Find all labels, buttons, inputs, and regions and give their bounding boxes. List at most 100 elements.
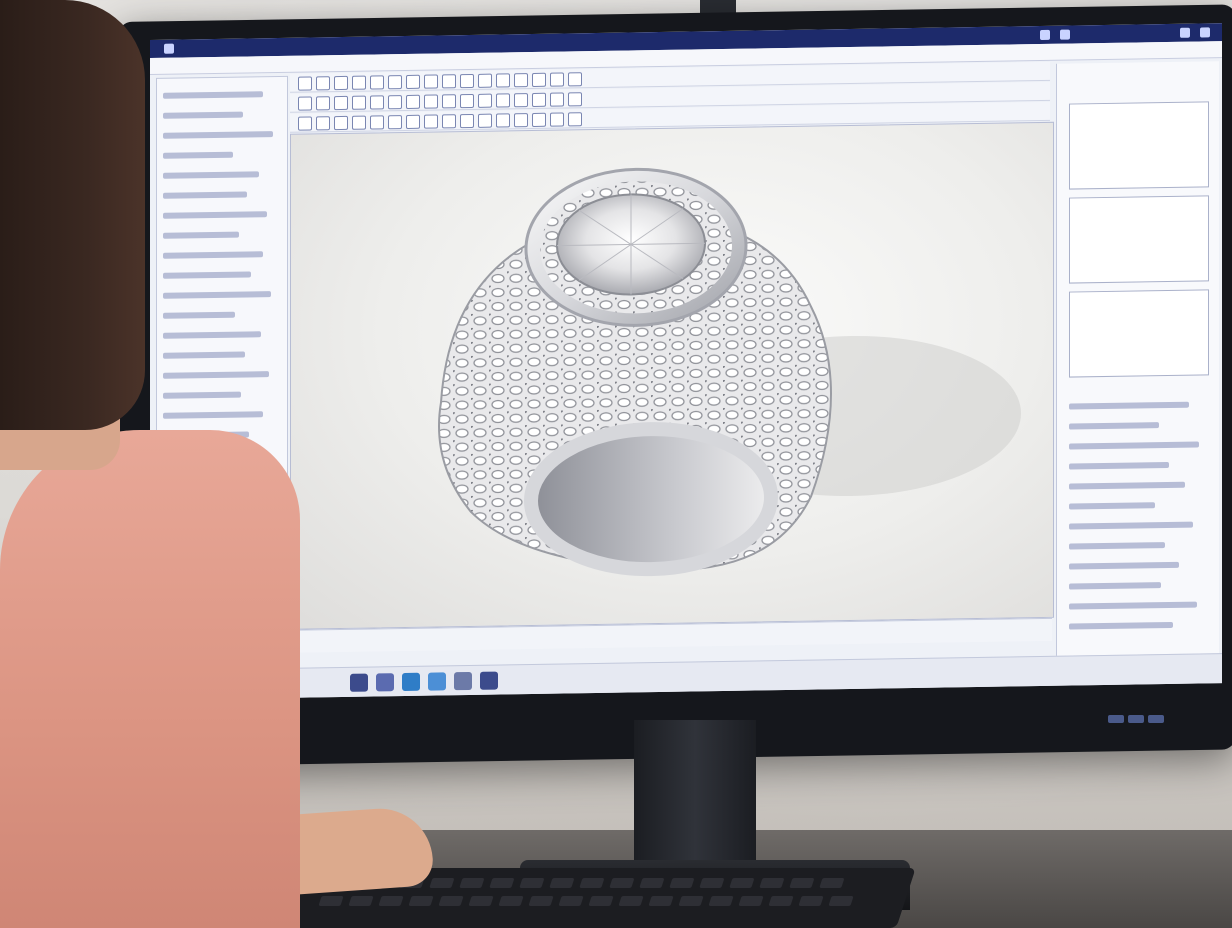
toolbar-icon[interactable] <box>424 94 438 109</box>
toolbar-icon[interactable] <box>388 115 402 130</box>
panel-row[interactable] <box>163 191 247 199</box>
toolbar-icon[interactable] <box>478 113 492 128</box>
toolbar-icon[interactable] <box>460 73 474 89</box>
key <box>579 878 605 888</box>
taskbar-icon[interactable] <box>350 673 368 692</box>
panel-row[interactable] <box>163 111 243 119</box>
toolbar-icon[interactable] <box>496 113 510 128</box>
toolbar-icon[interactable] <box>316 96 330 111</box>
toolbar-icon[interactable] <box>298 96 312 111</box>
taskbar-icon[interactable] <box>376 673 394 692</box>
toolbar-icon[interactable] <box>370 115 384 130</box>
toolbar-icon[interactable] <box>442 114 456 129</box>
toolbar-icon[interactable] <box>478 73 492 88</box>
panel-row[interactable] <box>163 311 235 319</box>
toolbar-icon[interactable] <box>352 95 366 110</box>
toolbar-icon[interactable] <box>532 72 546 87</box>
toolbar-icon[interactable] <box>496 93 510 108</box>
toolbar-icon[interactable] <box>424 74 438 89</box>
key <box>558 896 584 906</box>
key <box>408 896 434 906</box>
panel-row[interactable] <box>163 331 261 339</box>
taskbar-icon[interactable] <box>402 672 420 692</box>
toolbar-icon[interactable] <box>478 93 492 108</box>
toolbar-icon[interactable] <box>1200 27 1210 38</box>
toolbar-icon[interactable] <box>316 116 330 131</box>
panel-row[interactable] <box>163 251 263 259</box>
toolbar-icon[interactable] <box>1180 27 1190 38</box>
panel-row[interactable] <box>1069 542 1165 550</box>
toolbar-icon[interactable] <box>496 73 510 88</box>
toolbar-icon[interactable] <box>298 76 312 91</box>
panel-row[interactable] <box>1069 621 1173 630</box>
ring-render <box>438 167 1021 577</box>
thumbnail-icon[interactable] <box>1069 195 1209 284</box>
panel-row[interactable] <box>163 91 263 99</box>
toolbar-icon[interactable] <box>298 116 312 131</box>
person-hair <box>0 0 145 430</box>
toolbar-icon[interactable] <box>442 74 456 89</box>
toolbar-icon[interactable] <box>514 113 528 128</box>
panel-row[interactable] <box>163 131 273 139</box>
toolbar-icon[interactable] <box>532 112 546 127</box>
panel-row[interactable] <box>163 371 269 379</box>
toolbar-icon[interactable] <box>352 75 366 90</box>
panel-row[interactable] <box>1069 601 1197 610</box>
toolbar-icon[interactable] <box>406 74 420 89</box>
3d-viewport[interactable] <box>290 121 1054 630</box>
toolbar-icon[interactable] <box>514 73 528 88</box>
toolbar-icon[interactable] <box>550 112 564 127</box>
toolbar-icon[interactable] <box>388 75 402 90</box>
taskbar-icon[interactable] <box>480 671 498 690</box>
toolbar-icon[interactable] <box>568 92 582 107</box>
toolbar-icon[interactable] <box>442 94 456 109</box>
toolbar-icon[interactable] <box>370 75 384 90</box>
key <box>489 878 515 888</box>
toolbar-icon[interactable] <box>334 95 348 111</box>
toolbar-icon[interactable] <box>334 115 348 131</box>
toolbar-icon[interactable] <box>568 72 582 87</box>
panel-row[interactable] <box>1069 461 1169 470</box>
panel-row[interactable] <box>163 211 267 219</box>
toolbar-icon[interactable] <box>1040 29 1050 41</box>
panel-row[interactable] <box>163 411 263 419</box>
panel-row[interactable] <box>1069 561 1179 570</box>
panel-row[interactable] <box>1069 582 1161 590</box>
panel-row[interactable] <box>163 351 245 359</box>
toolbar-icon[interactable] <box>334 75 348 91</box>
panel-row[interactable] <box>1069 401 1189 410</box>
key <box>549 878 575 888</box>
toolbar-icon[interactable] <box>460 113 474 129</box>
toolbar-icon[interactable] <box>424 114 438 129</box>
panel-row[interactable] <box>1069 422 1159 430</box>
toolbar-icon[interactable] <box>532 92 546 107</box>
toolbar-icon[interactable] <box>1060 29 1070 40</box>
toolbar-icon[interactable] <box>550 92 564 107</box>
panel-row[interactable] <box>163 151 233 159</box>
toolbar-icon[interactable] <box>514 93 528 108</box>
panel-row[interactable] <box>1069 521 1193 530</box>
app-icon <box>164 43 174 54</box>
toolbar-icon[interactable] <box>550 72 564 87</box>
panel-row[interactable] <box>163 231 239 239</box>
toolbar-icon[interactable] <box>370 95 384 110</box>
toolbar-icon[interactable] <box>388 95 402 110</box>
panel-row[interactable] <box>1069 502 1155 510</box>
thumbnail-icon[interactable] <box>1069 101 1209 190</box>
taskbar-icon[interactable] <box>454 671 472 691</box>
key <box>459 878 485 888</box>
toolbar-icon[interactable] <box>316 76 330 91</box>
toolbar-icon[interactable] <box>460 93 474 109</box>
panel-row[interactable] <box>163 271 251 279</box>
toolbar-icon[interactable] <box>406 94 420 109</box>
taskbar-icon[interactable] <box>428 672 446 691</box>
panel-row[interactable] <box>1069 441 1199 450</box>
toolbar-icon[interactable] <box>406 114 420 129</box>
thumbnail-icon[interactable] <box>1069 289 1209 378</box>
panel-row[interactable] <box>163 291 271 299</box>
panel-row[interactable] <box>163 391 241 399</box>
panel-row[interactable] <box>1069 481 1185 490</box>
panel-row[interactable] <box>163 171 259 179</box>
toolbar-icon[interactable] <box>568 112 582 127</box>
toolbar-icon[interactable] <box>352 115 366 130</box>
